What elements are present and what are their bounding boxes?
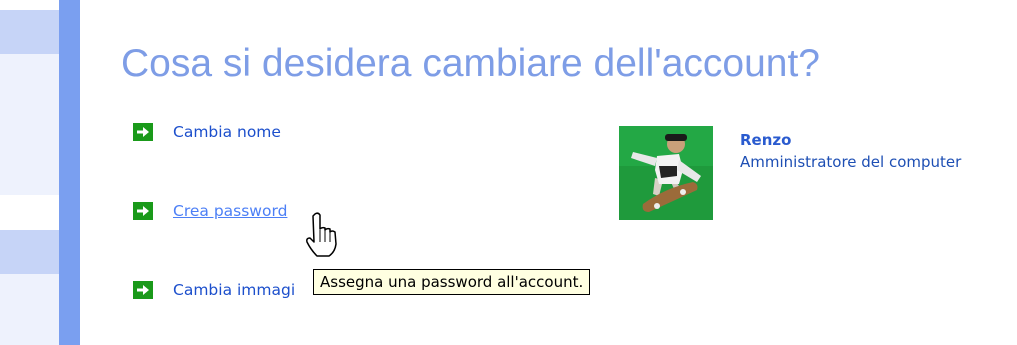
avatar	[619, 126, 713, 220]
user-accounts-page: Cosa si desidera cambiare dell'account? …	[0, 0, 1017, 345]
green-arrow-icon	[133, 123, 153, 141]
green-arrow-icon	[133, 202, 153, 220]
change-picture-label[interactable]: Cambia immagi	[173, 281, 295, 299]
task-pane-panel-header	[0, 230, 59, 274]
change-name-label[interactable]: Cambia nome	[173, 123, 281, 141]
task-pane-panel	[0, 10, 60, 195]
task-pane-gap	[0, 195, 59, 230]
change-picture-link[interactable]: Cambia immagi	[133, 279, 295, 301]
create-password-link[interactable]: Crea password	[133, 200, 287, 222]
account-role: Amministratore del computer	[740, 153, 962, 171]
task-pane-panel	[0, 230, 60, 345]
create-password-label[interactable]: Crea password	[173, 202, 287, 220]
change-name-link[interactable]: Cambia nome	[133, 121, 281, 143]
page-title: Cosa si desidera cambiare dell'account?	[121, 42, 820, 85]
account-name: Renzo	[740, 131, 792, 149]
task-pane	[0, 0, 80, 345]
task-pane-border	[59, 0, 80, 345]
task-pane-panel-header	[0, 10, 59, 54]
hand-pointer-icon	[303, 212, 343, 258]
tooltip: Assegna una password all'account.	[313, 269, 591, 295]
skateboarder-picture	[619, 126, 713, 220]
green-arrow-icon	[133, 281, 153, 299]
